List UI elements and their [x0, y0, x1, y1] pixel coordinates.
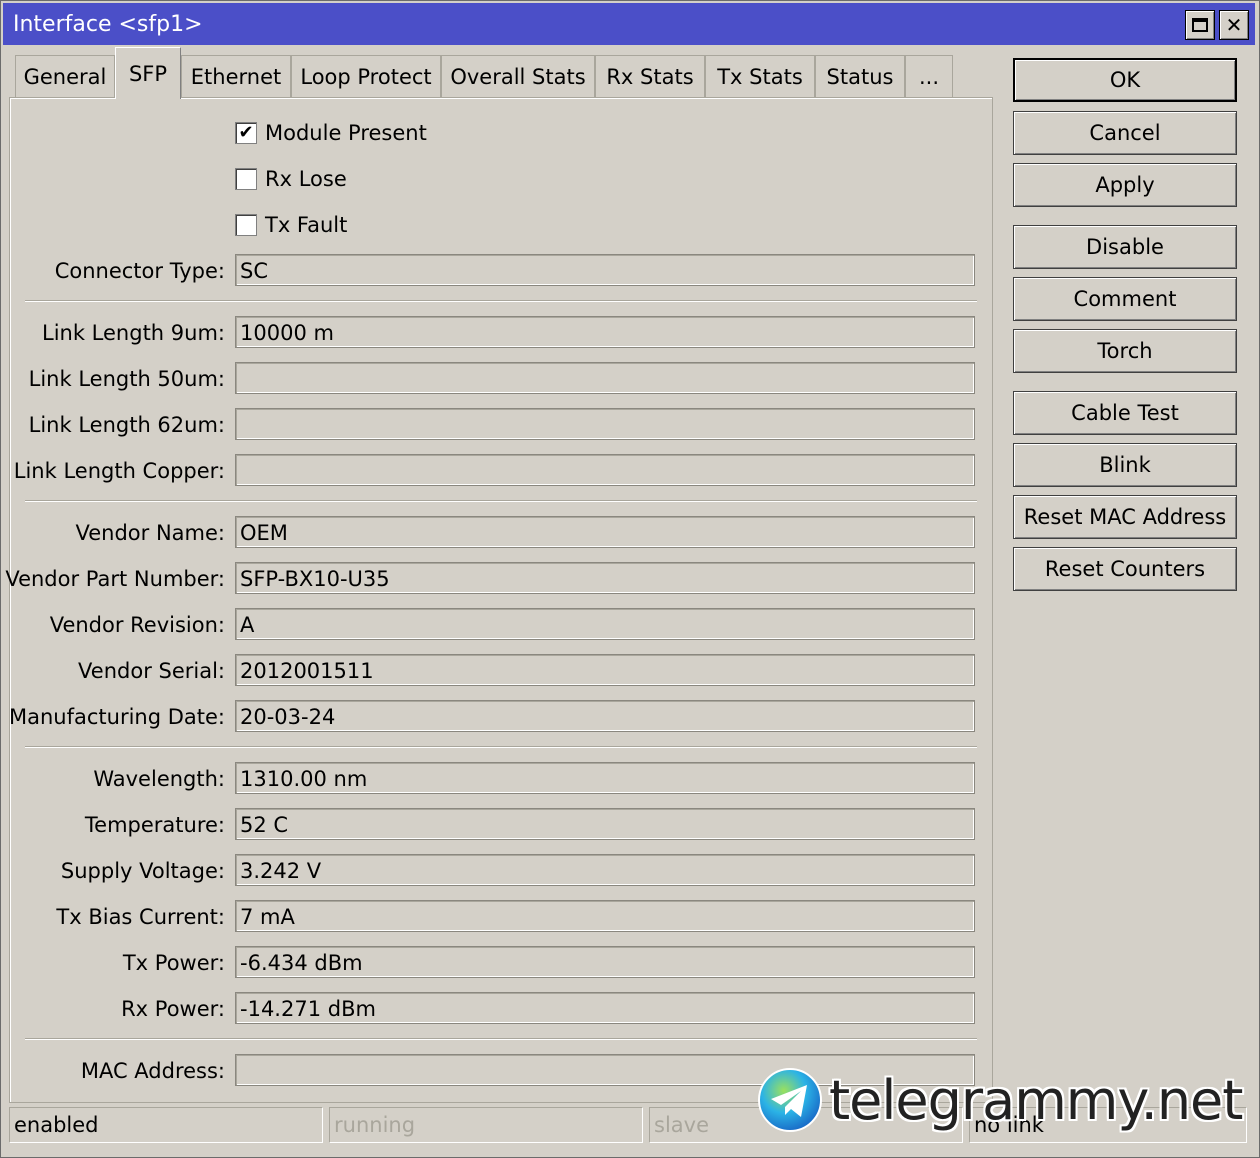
comment-button[interactable]: Comment	[1013, 277, 1237, 321]
cable-test-button[interactable]: Cable Test	[1013, 391, 1237, 435]
vendor-name-field[interactable]: OEM	[235, 516, 975, 548]
vendor-part-number-row: Vendor Part Number: SFP-BX10-U35	[1, 562, 991, 596]
vendor-name-row: Vendor Name: OEM	[1, 516, 991, 550]
rx-lose-check[interactable]	[235, 168, 257, 190]
tx-fault-check[interactable]	[235, 214, 257, 236]
separator	[25, 500, 977, 502]
tx-bias-current-field[interactable]: 7 mA	[235, 900, 975, 932]
link-length-copper-label: Link Length Copper:	[13, 459, 225, 483]
separator	[25, 300, 977, 302]
mac-address-label: MAC Address:	[80, 1059, 225, 1083]
close-icon: ✕	[1225, 13, 1243, 37]
tab-loop-protect[interactable]: Loop Protect	[291, 55, 441, 97]
wavelength-row: Wavelength: 1310.00 nm	[1, 762, 991, 796]
link-length-50um-row: Link Length 50um:	[1, 362, 991, 396]
link-length-50um-field[interactable]	[235, 362, 975, 394]
separator	[25, 746, 977, 748]
link-length-9um-row: Link Length 9um: 10000 m	[1, 316, 991, 350]
tab-tx-stats[interactable]: Tx Stats	[705, 55, 815, 97]
tx-power-field[interactable]: -6.434 dBm	[235, 946, 975, 978]
status-link: no link	[969, 1107, 1247, 1143]
tab-rx-stats[interactable]: Rx Stats	[595, 55, 705, 97]
wavelength-field[interactable]: 1310.00 nm	[235, 762, 975, 794]
reset-mac-address-button[interactable]: Reset MAC Address	[1013, 495, 1237, 539]
tx-bias-current-row: Tx Bias Current: 7 mA	[1, 900, 991, 934]
temperature-field[interactable]: 52 C	[235, 808, 975, 840]
vendor-serial-row: Vendor Serial: 2012001511	[1, 654, 991, 688]
temperature-row: Temperature: 52 C	[1, 808, 991, 842]
window-title: Interface <sfp1>	[13, 12, 203, 37]
rx-power-label: Rx Power:	[121, 997, 225, 1021]
link-length-50um-label: Link Length 50um:	[28, 367, 225, 391]
cancel-button[interactable]: Cancel	[1013, 111, 1237, 155]
link-length-9um-label: Link Length 9um:	[42, 321, 225, 345]
vendor-serial-label: Vendor Serial:	[78, 659, 225, 683]
supply-voltage-row: Supply Voltage: 3.242 V	[1, 854, 991, 888]
blink-button[interactable]: Blink	[1013, 443, 1237, 487]
tab-ethernet[interactable]: Ethernet	[181, 55, 291, 97]
tab-sfp[interactable]: SFP	[115, 47, 181, 99]
manufacturing-date-row: Manufacturing Date: 20-03-24	[1, 700, 991, 734]
rx-lose-checkbox[interactable]: Rx Lose	[235, 165, 347, 193]
vendor-name-label: Vendor Name:	[75, 521, 225, 545]
wavelength-label: Wavelength:	[93, 767, 225, 791]
status-slave: slave	[649, 1107, 963, 1143]
vendor-part-number-label: Vendor Part Number:	[5, 567, 225, 591]
vendor-serial-field[interactable]: 2012001511	[235, 654, 975, 686]
link-length-62um-row: Link Length 62um:	[1, 408, 991, 442]
title-bar[interactable]: Interface <sfp1> ✕	[3, 3, 1255, 45]
link-length-copper-row: Link Length Copper:	[1, 454, 991, 488]
manufacturing-date-label: Manufacturing Date:	[8, 705, 225, 729]
status-enabled: enabled	[9, 1107, 323, 1143]
tx-bias-current-label: Tx Bias Current:	[56, 905, 225, 929]
connector-type-label: Connector Type:	[54, 259, 225, 283]
connector-type-field[interactable]: SC	[235, 254, 975, 286]
torch-button[interactable]: Torch	[1013, 329, 1237, 373]
tx-fault-label: Tx Fault	[265, 213, 348, 237]
mac-address-row: MAC Address:	[1, 1054, 991, 1088]
close-button[interactable]: ✕	[1219, 10, 1249, 40]
mac-address-field[interactable]	[235, 1054, 975, 1086]
module-present-check[interactable]: ✔	[235, 122, 257, 144]
tx-power-row: Tx Power: -6.434 dBm	[1, 946, 991, 980]
tab-general[interactable]: General	[15, 55, 115, 97]
manufacturing-date-field[interactable]: 20-03-24	[235, 700, 975, 732]
maximize-icon	[1192, 18, 1208, 32]
ok-button[interactable]: OK	[1013, 58, 1237, 102]
rx-power-row: Rx Power: -14.271 dBm	[1, 992, 991, 1026]
temperature-label: Temperature:	[84, 813, 225, 837]
connector-type-row: Connector Type: SC	[1, 254, 991, 288]
vendor-part-number-field[interactable]: SFP-BX10-U35	[235, 562, 975, 594]
link-length-copper-field[interactable]	[235, 454, 975, 486]
link-length-62um-label: Link Length 62um:	[28, 413, 225, 437]
interface-window: Interface <sfp1> ✕ General SFP Ethernet …	[0, 0, 1260, 1158]
module-present-label: Module Present	[265, 121, 427, 145]
tx-fault-checkbox[interactable]: Tx Fault	[235, 211, 347, 239]
reset-counters-button[interactable]: Reset Counters	[1013, 547, 1237, 591]
rx-lose-label: Rx Lose	[265, 167, 347, 191]
vendor-revision-label: Vendor Revision:	[49, 613, 225, 637]
tab-status[interactable]: Status	[815, 55, 905, 97]
supply-voltage-label: Supply Voltage:	[60, 859, 225, 883]
disable-button[interactable]: Disable	[1013, 225, 1237, 269]
tab-overall-stats[interactable]: Overall Stats	[441, 55, 595, 97]
module-present-checkbox[interactable]: ✔ Module Present	[235, 119, 427, 147]
tab-more[interactable]: ...	[905, 55, 953, 97]
apply-button[interactable]: Apply	[1013, 163, 1237, 207]
supply-voltage-field[interactable]: 3.242 V	[235, 854, 975, 886]
link-length-62um-field[interactable]	[235, 408, 975, 440]
link-length-9um-field[interactable]: 10000 m	[235, 316, 975, 348]
vendor-revision-field[interactable]: A	[235, 608, 975, 640]
separator	[25, 1038, 977, 1040]
vendor-revision-row: Vendor Revision: A	[1, 608, 991, 642]
tx-power-label: Tx Power:	[122, 951, 225, 975]
rx-power-field[interactable]: -14.271 dBm	[235, 992, 975, 1024]
status-running: running	[329, 1107, 643, 1143]
maximize-button[interactable]	[1185, 10, 1215, 40]
